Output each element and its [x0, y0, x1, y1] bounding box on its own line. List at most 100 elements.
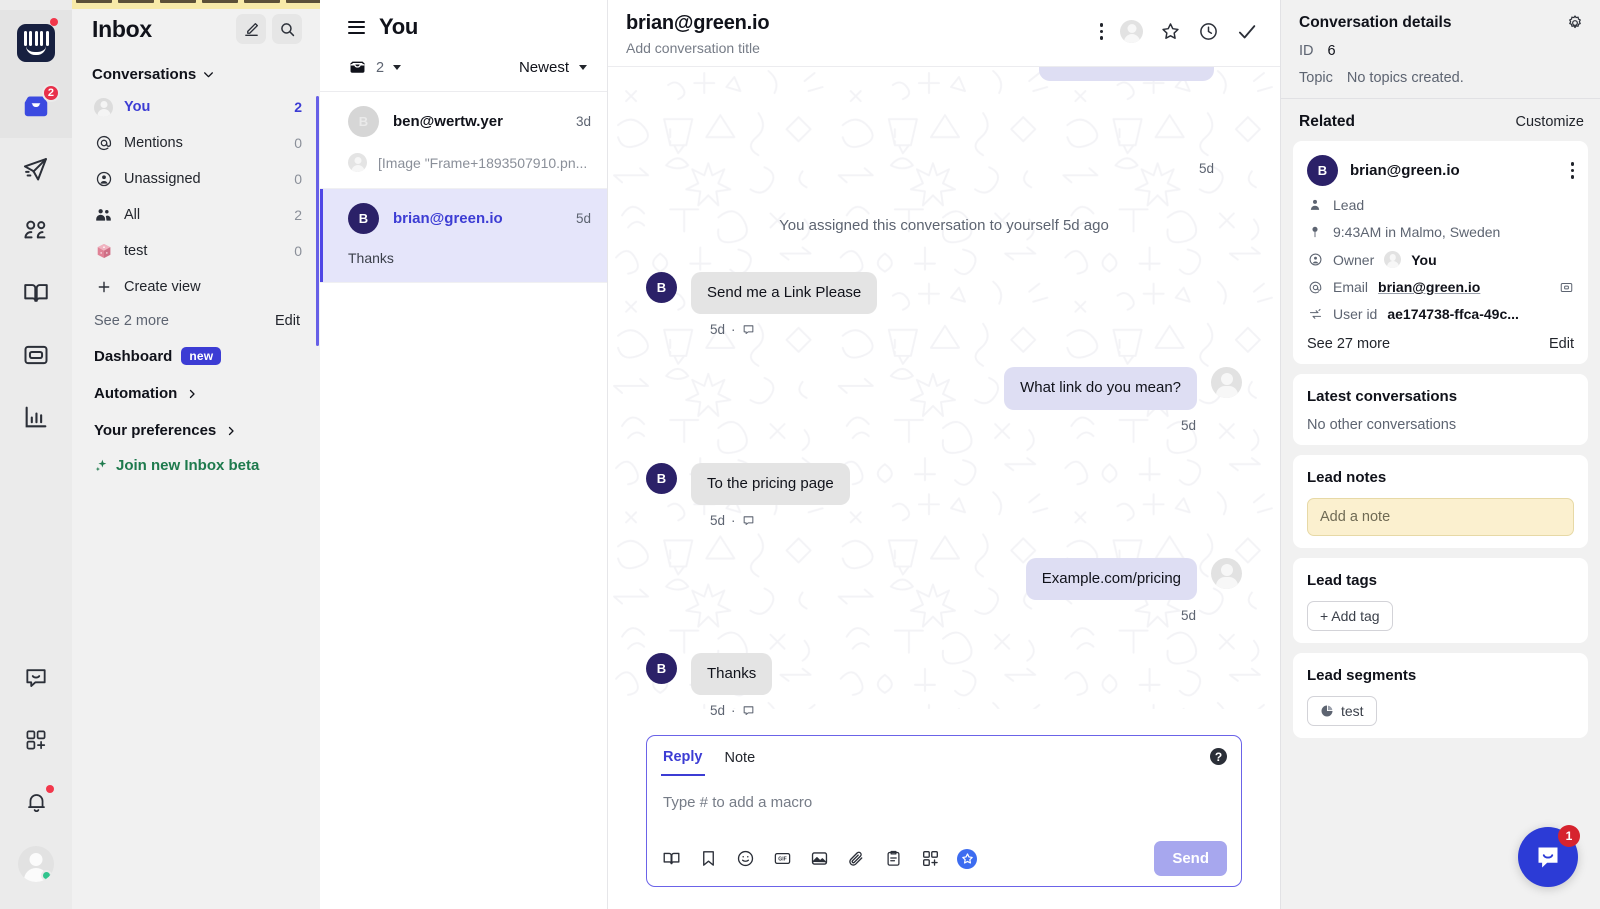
clipboard-icon[interactable]	[883, 849, 903, 869]
sidebar-item-unassigned[interactable]: Unassigned 0	[72, 161, 320, 197]
tab-reply[interactable]: Reply	[661, 746, 705, 776]
add-tag-button[interactable]: + Add tag	[1307, 601, 1393, 631]
lead-segments-card: Lead segments test	[1293, 653, 1588, 738]
lead-name: brian@green.io	[1350, 162, 1460, 179]
rail-item-notifications[interactable]	[0, 771, 72, 833]
sidebar-item-mentions[interactable]: Mentions 0	[72, 125, 320, 161]
edit-views-link[interactable]: Edit	[275, 313, 300, 329]
plus-icon	[94, 278, 113, 297]
rail-item-outbound[interactable]	[0, 138, 72, 200]
lead-notes-card: Lead notes Add a note	[1293, 455, 1588, 548]
message-meta: 5d ·	[710, 322, 1242, 337]
messenger-launcher-button[interactable]: 1	[1518, 825, 1580, 887]
segment-label: test	[1341, 703, 1364, 719]
join-inbox-beta-link[interactable]: Join new Inbox beta	[72, 449, 320, 482]
star-icon[interactable]	[1160, 21, 1181, 42]
emoji-icon[interactable]	[735, 849, 755, 869]
attribute-row-user-id: User id ae174738-ffca-49c...	[1307, 306, 1574, 322]
search-icon	[279, 21, 296, 38]
inbox-unread-badge: 2	[41, 84, 60, 102]
nav-link-your-preferences[interactable]: Your preferences	[72, 412, 320, 449]
create-view-button[interactable]: Create view	[72, 269, 320, 305]
join-beta-label: Join new Inbox beta	[116, 457, 260, 474]
nav-link-label: Dashboard	[94, 347, 173, 365]
cut-off-message-bubble	[1039, 67, 1214, 81]
nav-scrollbar[interactable]	[316, 96, 319, 346]
composer-toolbar: GIF Send	[661, 841, 1227, 876]
sort-label: Newest	[518, 59, 569, 76]
sidebar-item-all[interactable]: All 2	[72, 197, 320, 233]
gif-icon[interactable]: GIF	[772, 849, 792, 869]
add-note-input[interactable]: Add a note	[1307, 498, 1574, 536]
more-vertical-icon[interactable]	[1570, 162, 1574, 179]
composer-tabs: Reply Note ?	[661, 746, 1227, 776]
rail-item-news[interactable]	[0, 324, 72, 386]
rail-item-messenger[interactable]	[0, 647, 72, 709]
rail-item-apps[interactable]	[0, 709, 72, 771]
message-bubble: Example.com/pricing	[1025, 557, 1197, 600]
help-circle-icon[interactable]: ?	[1210, 748, 1227, 765]
rail-item-articles[interactable]	[0, 262, 72, 324]
gear-icon[interactable]	[1566, 14, 1584, 32]
apps-grid-icon	[24, 728, 48, 752]
sidebar-item-label: test	[124, 243, 148, 259]
list-item[interactable]: B brian@green.io 5d Thanks	[320, 189, 607, 283]
rail-item-inbox[interactable]: 2	[0, 76, 72, 138]
avatar: B	[1307, 155, 1338, 186]
segment-chip[interactable]: test	[1307, 696, 1377, 726]
ai-star-icon[interactable]	[957, 848, 977, 869]
conversation-details-header: Conversation details ID 6 Topic No topic…	[1281, 0, 1600, 98]
nav-link-dashboard[interactable]: Dashboard new	[72, 337, 320, 375]
send-button[interactable]: Send	[1154, 841, 1227, 876]
search-button[interactable]	[272, 14, 302, 44]
attribute-value[interactable]: brian@green.io	[1378, 279, 1480, 295]
conversation-list-header: You	[320, 0, 607, 50]
intercom-logo[interactable]	[0, 10, 72, 76]
compose-button[interactable]	[236, 14, 266, 44]
sidebar-item-label: Mentions	[124, 135, 183, 151]
see-more-attributes-link[interactable]: See 27 more	[1307, 336, 1390, 352]
nav-section-conversations[interactable]: Conversations	[72, 52, 320, 89]
edit-attributes-link[interactable]: Edit	[1549, 336, 1574, 352]
avatar: B	[348, 106, 379, 137]
nav-link-automation[interactable]: Automation	[72, 375, 320, 412]
add-conversation-title-button[interactable]: Add conversation title	[626, 40, 769, 56]
avatar-icon	[94, 97, 113, 117]
saved-reply-icon[interactable]	[698, 849, 718, 869]
bell-notification-dot	[46, 785, 54, 793]
reply-input[interactable]: Type # to add a macro	[661, 776, 1227, 841]
tab-note[interactable]: Note	[723, 747, 758, 775]
list-item[interactable]: B ben@wertw.yer 3d [Image "Frame+1893507…	[320, 92, 607, 189]
rail-item-reports[interactable]	[0, 386, 72, 448]
attribute-value: ae174738-ffca-49c...	[1387, 306, 1519, 322]
rail-item-contacts[interactable]	[0, 200, 72, 262]
close-check-icon[interactable]	[1236, 21, 1258, 43]
more-vertical-icon[interactable]	[1099, 23, 1103, 40]
assignee-avatar-icon[interactable]	[1120, 20, 1143, 43]
image-icon[interactable]	[809, 849, 829, 869]
conversation-preview: Thanks	[348, 250, 394, 266]
system-note: You assigned this conversation to yourse…	[779, 217, 1109, 234]
hamburger-icon[interactable]	[348, 20, 365, 34]
sidebar-item-you[interactable]: You 2	[72, 89, 320, 125]
reply-composer[interactable]: Reply Note ? Type # to add a macro GIF S…	[646, 735, 1242, 887]
sort-dropdown[interactable]: Newest	[519, 59, 587, 76]
sidebar-item-count: 0	[294, 171, 302, 187]
nav-section-label: Conversations	[92, 66, 197, 83]
avatar	[1211, 557, 1242, 589]
customize-link[interactable]: Customize	[1516, 114, 1585, 130]
message-meta: 5d	[646, 608, 1196, 623]
see-more-link[interactable]: See 2 more	[94, 313, 169, 329]
copy-icon[interactable]	[1559, 280, 1574, 295]
sidebar-item-count: 2	[294, 99, 302, 115]
attribute-key: Email	[1333, 279, 1369, 295]
sidebar-item-test[interactable]: test 0	[72, 233, 320, 269]
book-open-icon[interactable]	[661, 849, 681, 869]
lead-tags-title: Lead tags	[1307, 572, 1378, 589]
detail-topic-row: Topic No topics created.	[1299, 70, 1584, 86]
avatar[interactable]	[0, 833, 72, 895]
snooze-clock-icon[interactable]	[1198, 21, 1219, 42]
inbox-state-filter[interactable]: 2	[348, 58, 402, 77]
apps-grid-icon[interactable]	[920, 849, 940, 869]
attachment-paperclip-icon[interactable]	[846, 849, 866, 869]
